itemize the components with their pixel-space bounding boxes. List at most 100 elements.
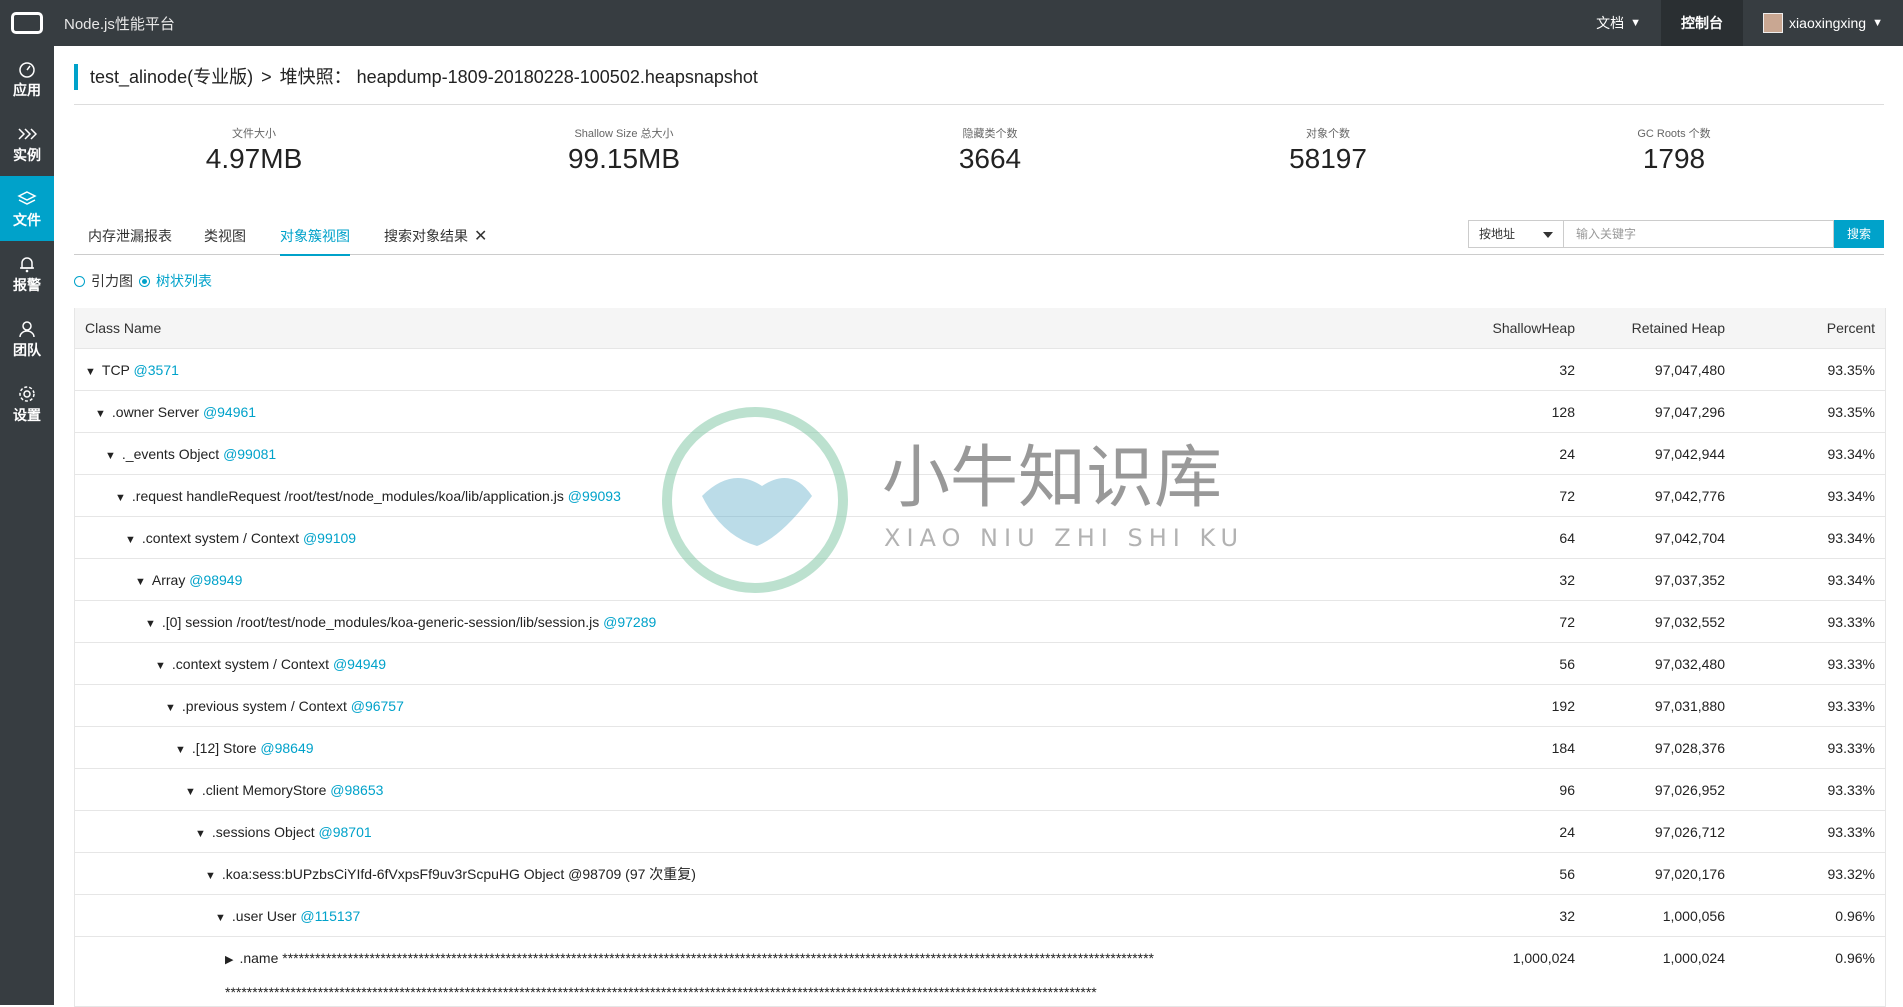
caret-down-icon[interactable]: ▼ (125, 534, 136, 546)
search-button[interactable]: 搜索 (1834, 220, 1884, 248)
table-row[interactable]: ▼ .owner Server @94961 128 97,047,296 93.35% (75, 390, 1885, 432)
col-retained-heap[interactable]: Retained Heap (1575, 320, 1725, 336)
caret-down-icon[interactable]: ▼ (155, 660, 166, 672)
caret-down-icon[interactable]: ▼ (165, 702, 176, 714)
tab-search-results[interactable]: 搜索对象结果 ✕ (384, 226, 487, 254)
object-address-link[interactable]: @115137 (300, 908, 360, 924)
avatar (1763, 13, 1784, 33)
table-row[interactable]: ****************************************… (75, 978, 1885, 1006)
sidebar-item-alerts[interactable]: 报警 (0, 241, 54, 306)
table-row[interactable]: ▼ .previous system / Context @96757 192 97,… (75, 684, 1885, 726)
table-row[interactable]: ▼ ._events Object @99081 24 97,042,944 93.34… (75, 432, 1885, 474)
caret-down-icon[interactable]: ▼ (85, 366, 96, 378)
row-retained-heap: 97,032,480 (1654, 655, 1725, 672)
table-row[interactable]: ▼ .client MemoryStore @98653 96 97,026,952 9… (75, 768, 1885, 810)
console-link[interactable]: 控制台 (1661, 0, 1744, 46)
user-menu[interactable]: xiaoxingxing ▼ (1743, 0, 1903, 46)
object-address-link[interactable]: @96757 (351, 698, 404, 714)
table-row[interactable]: ▼ TCP @3571 32 97,047,480 93.35% (75, 348, 1885, 390)
object-address-link[interactable]: @94949 (333, 656, 386, 672)
radio-graph[interactable] (74, 275, 85, 287)
table-row[interactable]: ▼ .sessions Object @98701 24 97,026,712 93.3… (75, 810, 1885, 852)
docs-menu[interactable]: 文档 ▼ (1576, 0, 1661, 46)
object-address-link[interactable]: @98649 (260, 740, 313, 756)
row-shallow-heap: 128 (1551, 403, 1575, 420)
logo-icon[interactable] (0, 0, 54, 46)
heap-tree-table: Class Name ShallowHeap Retained Heap Per… (74, 308, 1886, 1007)
row-class-name: ▼ .koa:sess:bUPzbsCiYIfd-6fVxpsFf9uv3rScp… (75, 864, 1445, 884)
caret-right-icon[interactable]: ▶ (225, 954, 233, 966)
object-address-link[interactable]: @98653 (330, 782, 383, 798)
object-address-link[interactable]: @98701 (319, 824, 372, 840)
table-row[interactable]: ▼ .request handleRequest /root/test/node_… (75, 474, 1885, 516)
search-mode-select[interactable]: 按地址 (1468, 220, 1564, 248)
object-address-link[interactable]: @99109 (303, 530, 356, 546)
user-name: xiaoxingxing (1789, 15, 1867, 31)
sidebar-item-label: 文件 (13, 211, 41, 228)
object-address-link[interactable]: @99081 (223, 446, 276, 462)
tab-class-view[interactable]: 类视图 (204, 226, 246, 254)
caret-down-icon[interactable]: ▼ (105, 450, 116, 462)
object-address-link[interactable]: @99093 (568, 488, 621, 504)
row-label: TCP (101, 361, 130, 378)
object-address-link[interactable]: @94961 (203, 404, 256, 420)
stat-value: 58197 (1289, 143, 1367, 174)
col-class-name[interactable]: Class Name (75, 320, 1445, 336)
caret-down-icon[interactable]: ▼ (115, 492, 126, 504)
caret-down-icon[interactable]: ▼ (205, 870, 216, 882)
caret-down-icon[interactable]: ▼ (195, 828, 206, 840)
table-row[interactable]: ▼ .[0] session /root/test/node_modules/ko… (75, 600, 1885, 642)
sidebar: 应用 实例 文件 报警 团队 设置 (0, 46, 54, 1005)
row-shallow-heap: 56 (1559, 655, 1575, 672)
sidebar-item-files[interactable]: 文件 (0, 176, 54, 241)
sidebar-item-label: 报警 (13, 276, 41, 293)
sidebar-item-team[interactable]: 团队 (0, 306, 54, 371)
row-class-name: ▼ .[12] Store @98649 (75, 740, 1445, 756)
table-row[interactable]: ▼ .koa:sess:bUPzbsCiYIfd-6fVxpsFf9uv3rScp… (75, 852, 1885, 894)
row-shallow-heap: 192 (1551, 697, 1575, 714)
breadcrumb-separator: > (261, 67, 272, 87)
radio-tree-list-label[interactable]: 树状列表 (156, 271, 212, 291)
row-shallow-heap: 32 (1559, 361, 1575, 378)
caret-down-icon[interactable]: ▼ (175, 744, 186, 756)
row-retained-heap: 97,042,704 (1654, 529, 1725, 546)
sidebar-item-apps[interactable]: 应用 (0, 46, 54, 111)
col-shallow-heap[interactable]: ShallowHeap (1445, 320, 1576, 336)
row-percent: 93.33% (1827, 739, 1875, 756)
sidebar-item-settings[interactable]: 设置 (0, 371, 54, 436)
object-address-link[interactable]: @97289 (603, 614, 656, 630)
tab-object-cluster-view[interactable]: 对象簇视图 (280, 226, 350, 256)
caret-down-icon[interactable]: ▼ (135, 576, 146, 588)
row-shallow-heap: 184 (1551, 739, 1575, 756)
table-row[interactable]: ▼ .context system / Context @99109 64 97,04… (75, 516, 1885, 558)
row-class-name: ▼ .client MemoryStore @98653 (75, 782, 1445, 798)
caret-down-icon[interactable]: ▼ (215, 912, 226, 924)
row-class-name: ****************************************… (75, 984, 1445, 1000)
caret-down-icon[interactable]: ▼ (145, 618, 156, 630)
caret-down-icon[interactable]: ▼ (95, 408, 106, 420)
row-percent: 93.35% (1827, 361, 1875, 378)
search-input[interactable]: 输入关键字 (1564, 220, 1834, 248)
object-address-link[interactable]: @3571 (134, 362, 179, 378)
row-label: .client MemoryStore (201, 781, 327, 798)
col-percent[interactable]: Percent (1725, 320, 1885, 336)
radio-graph-label[interactable]: 引力图 (91, 271, 133, 291)
table-row[interactable]: ▼ .[12] Store @98649 184 97,028,376 93.33% (75, 726, 1885, 768)
object-address-link[interactable]: @98949 (189, 572, 242, 588)
row-retained-heap: 97,047,296 (1654, 403, 1725, 420)
row-label: .[0] session /root/test/node_modules/koa… (161, 613, 600, 630)
radio-tree-list[interactable] (139, 275, 150, 287)
sidebar-item-instances[interactable]: 实例 (0, 111, 54, 176)
caret-down-icon[interactable]: ▼ (185, 786, 196, 798)
table-row[interactable]: ▼ Array @98949 32 97,037,352 93.34% (75, 558, 1885, 600)
row-retained-heap: 97,020,176 (1654, 865, 1725, 882)
table-row[interactable]: ▶ .name *********************************… (75, 936, 1885, 978)
stats-panel: 文件大小 4.97MB Shallow Size 总大小 99.15MB 隐藏类… (74, 105, 1884, 185)
table-row[interactable]: ▼ .context system / Context @94949 56 97,03… (75, 642, 1885, 684)
breadcrumb-app[interactable]: test_alinode(专业版) (90, 64, 253, 90)
tab-leak-report[interactable]: 内存泄漏报表 (88, 226, 172, 254)
app-title: Node.js性能平台 (64, 15, 175, 33)
row-retained-heap: 97,028,376 (1654, 739, 1725, 756)
close-icon[interactable]: ✕ (474, 228, 487, 245)
table-row[interactable]: ▼ .user User @115137 32 1,000,056 0.96% (75, 894, 1885, 936)
